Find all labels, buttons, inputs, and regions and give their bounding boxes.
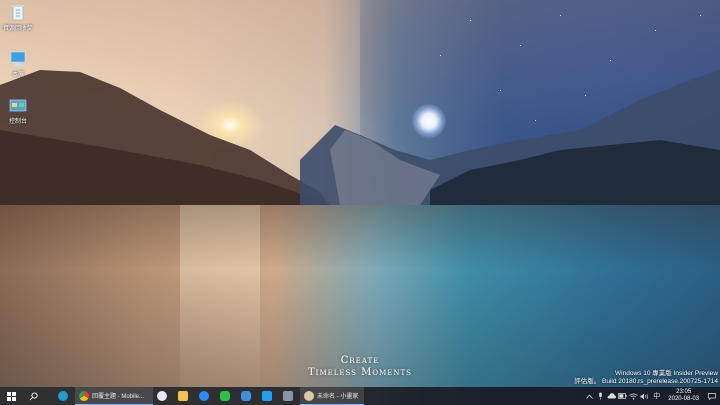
twitter-icon xyxy=(262,391,272,401)
volume-icon xyxy=(640,393,649,399)
tray-microphone[interactable] xyxy=(595,387,606,405)
search-icon xyxy=(29,391,38,400)
taskbar-app-file-explorer[interactable] xyxy=(174,387,195,405)
clock-date: 2020-08-03 xyxy=(668,396,699,402)
brand-line-1: Create xyxy=(340,355,380,366)
tray-clock[interactable]: 23:05 2020-08-03 xyxy=(663,389,704,403)
app-icon xyxy=(283,391,293,401)
taskbar-app-generic[interactable] xyxy=(279,387,300,405)
control-panel-icon xyxy=(8,97,28,115)
folder-icon xyxy=(178,391,188,401)
taskbar-spacer xyxy=(44,387,54,405)
taskbar-app-instagram[interactable] xyxy=(237,387,258,405)
taskbar-app-itunes[interactable] xyxy=(153,387,174,405)
desktop-icon-recycle-bin[interactable]: 資源回收筒 xyxy=(0,4,36,32)
messenger-icon xyxy=(199,391,209,401)
start-icon xyxy=(6,391,16,401)
recycle-bin-icon xyxy=(8,4,28,22)
taskbar-app-label: 回覆主題 - Mobile... xyxy=(92,394,145,400)
taskbar: 回覆主題 - Mobile... 未命名 - 小畫家 中 23:05 2020-… xyxy=(0,387,720,405)
taskbar-app-paint[interactable]: 未命名 - 小畫家 xyxy=(300,387,364,405)
watermark-line-2: 評估版。 Build 20180.rs_prerelease.200725-17… xyxy=(574,378,718,385)
desktop-wallpaper xyxy=(0,0,720,405)
tray-onedrive[interactable] xyxy=(606,387,617,405)
desktop-icon-control-panel[interactable]: 控制台 xyxy=(0,97,36,125)
taskbar-app-label: 未命名 - 小畫家 xyxy=(317,394,359,400)
instagram-icon xyxy=(241,391,251,401)
brand-line-2: Timeless Moments xyxy=(308,367,412,378)
taskbar-app-messenger[interactable] xyxy=(195,387,216,405)
tray-volume[interactable] xyxy=(639,387,650,405)
build-watermark: Windows 10 專業版 Insider Preview 評估版。 Buil… xyxy=(574,370,718,386)
desktop-icon-label: 控制台 xyxy=(8,119,27,125)
tray-network[interactable] xyxy=(628,387,639,405)
chevron-up-icon xyxy=(586,393,594,399)
ime-indicator: 中 xyxy=(653,393,661,400)
taskbar-app-edge[interactable] xyxy=(54,387,75,405)
wifi-icon xyxy=(629,393,639,400)
taskbar-app-twitter[interactable] xyxy=(258,387,279,405)
action-center-button[interactable] xyxy=(704,387,720,405)
microphone-icon xyxy=(599,392,603,400)
this-pc-icon xyxy=(8,50,28,68)
search-button[interactable] xyxy=(22,387,44,405)
desktop-icon-this-pc[interactable]: 本機 xyxy=(0,50,36,78)
taskbar-app-line[interactable] xyxy=(216,387,237,405)
cloud-icon xyxy=(607,393,617,399)
tray-ime[interactable]: 中 xyxy=(650,387,663,405)
paint-icon xyxy=(304,390,314,401)
watermark-line-1: Windows 10 專業版 Insider Preview xyxy=(615,370,718,377)
start-button[interactable] xyxy=(0,387,22,405)
clock-time: 23:05 xyxy=(676,389,692,395)
show-hidden-icons-button[interactable] xyxy=(584,387,595,405)
edge-icon xyxy=(58,391,68,401)
desktop-icon-label: 本機 xyxy=(11,72,24,78)
notification-icon xyxy=(708,392,716,400)
tray-battery[interactable] xyxy=(617,387,628,405)
system-tray: 中 23:05 2020-08-03 xyxy=(584,387,720,405)
chrome-icon xyxy=(79,390,89,401)
desktop-icon-label: 資源回收筒 xyxy=(2,26,33,32)
wallpaper-brand: Create Timeless Moments xyxy=(300,355,420,379)
line-icon xyxy=(220,391,230,401)
itunes-icon xyxy=(157,391,167,401)
taskbar-app-chrome[interactable]: 回覆主題 - Mobile... xyxy=(75,387,153,405)
battery-icon xyxy=(618,393,627,399)
